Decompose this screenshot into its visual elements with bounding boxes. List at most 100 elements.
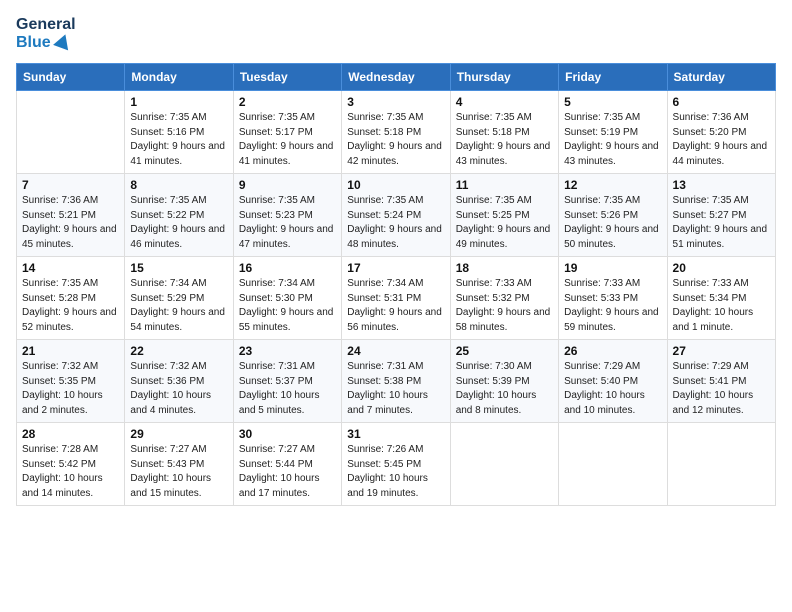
day-detail: Sunrise: 7:34 AMSunset: 5:31 PMDaylight:… <box>347 277 444 335</box>
calendar-day-cell: 12 Sunrise: 7:35 AMSunset: 5:26 PMDayligh… <box>559 174 667 257</box>
day-number: 22 <box>130 344 227 358</box>
day-number: 1 <box>130 95 227 109</box>
day-number: 7 <box>22 178 119 192</box>
day-detail: Sunrise: 7:35 AMSunset: 5:24 PMDaylight:… <box>347 194 444 252</box>
day-number: 21 <box>22 344 119 358</box>
day-number: 18 <box>456 261 553 275</box>
day-detail: Sunrise: 7:26 AMSunset: 5:45 PMDaylight:… <box>347 443 444 501</box>
day-number: 27 <box>673 344 770 358</box>
weekday-header: Monday <box>125 64 233 91</box>
calendar-day-cell: 18Sunrise: 7:33 AMSunset: 5:32 PMDayligh… <box>450 257 558 340</box>
day-number: 5 <box>564 95 661 109</box>
logo-general-text: General <box>16 16 76 34</box>
day-detail: Sunrise: 7:33 AMSunset: 5:34 PMDaylight:… <box>673 277 770 335</box>
day-number: 4 <box>456 95 553 109</box>
day-number: 30 <box>239 427 336 441</box>
day-detail: Sunrise: 7:35 AMSunset: 5:18 PMDaylight:… <box>347 111 444 169</box>
page-header: General Blue <box>16 16 776 51</box>
day-number: 31 <box>347 427 444 441</box>
day-detail: Sunrise: 7:35 AMSunset: 5:17 PMDaylight:… <box>239 111 336 169</box>
day-number: 29 <box>130 427 227 441</box>
day-detail: Sunrise: 7:35 AMSunset: 5:26 PMDaylight:… <box>564 194 661 252</box>
calendar-day-cell: 17 Sunrise: 7:34 AMSunset: 5:31 PMDayligh… <box>342 257 450 340</box>
weekday-header-row: SundayMondayTuesdayWednesdayThursdayFrid… <box>17 64 776 91</box>
calendar-day-cell: 13 Sunrise: 7:35 AMSunset: 5:27 PMDayligh… <box>667 174 775 257</box>
day-detail: Sunrise: 7:29 AMSunset: 5:40 PMDaylight:… <box>564 360 661 418</box>
logo-blue-text: Blue <box>16 34 51 52</box>
calendar-day-cell: 26Sunrise: 7:29 AMSunset: 5:40 PMDayligh… <box>559 340 667 423</box>
day-detail: Sunrise: 7:35 AMSunset: 5:25 PMDaylight:… <box>456 194 553 252</box>
day-number: 17 <box>347 261 444 275</box>
weekday-header: Thursday <box>450 64 558 91</box>
calendar-day-cell: 25Sunrise: 7:30 AMSunset: 5:39 PMDayligh… <box>450 340 558 423</box>
day-number: 24 <box>347 344 444 358</box>
calendar-day-cell: 16 Sunrise: 7:34 AMSunset: 5:30 PMDayligh… <box>233 257 341 340</box>
calendar-day-cell: 19 Sunrise: 7:33 AMSunset: 5:33 PMDayligh… <box>559 257 667 340</box>
day-detail: Sunrise: 7:34 AMSunset: 5:29 PMDaylight:… <box>130 277 227 335</box>
day-detail: Sunrise: 7:32 AMSunset: 5:35 PMDaylight:… <box>22 360 119 418</box>
day-detail: Sunrise: 7:32 AMSunset: 5:36 PMDaylight:… <box>130 360 227 418</box>
day-detail: Sunrise: 7:35 AMSunset: 5:27 PMDaylight:… <box>673 194 770 252</box>
day-detail: Sunrise: 7:28 AMSunset: 5:42 PMDaylight:… <box>22 443 119 501</box>
calendar-day-cell: 14 Sunrise: 7:35 AMSunset: 5:28 PMDayligh… <box>17 257 125 340</box>
day-detail: Sunrise: 7:35 AMSunset: 5:28 PMDaylight:… <box>22 277 119 335</box>
calendar-day-cell: 5 Sunrise: 7:35 AMSunset: 5:19 PMDaylight… <box>559 91 667 174</box>
calendar-day-cell: 24Sunrise: 7:31 AMSunset: 5:38 PMDayligh… <box>342 340 450 423</box>
calendar-week-row: 28 Sunrise: 7:28 AMSunset: 5:42 PMDayligh… <box>17 423 776 506</box>
calendar-day-cell: 27Sunrise: 7:29 AMSunset: 5:41 PMDayligh… <box>667 340 775 423</box>
day-detail: Sunrise: 7:35 AMSunset: 5:19 PMDaylight:… <box>564 111 661 169</box>
calendar-day-cell: 23Sunrise: 7:31 AMSunset: 5:37 PMDayligh… <box>233 340 341 423</box>
day-number: 3 <box>347 95 444 109</box>
day-detail: Sunrise: 7:34 AMSunset: 5:30 PMDaylight:… <box>239 277 336 335</box>
calendar-day-cell: 20 Sunrise: 7:33 AMSunset: 5:34 PMDayligh… <box>667 257 775 340</box>
day-detail: Sunrise: 7:35 AMSunset: 5:18 PMDaylight:… <box>456 111 553 169</box>
calendar-day-cell: 21 Sunrise: 7:32 AMSunset: 5:35 PMDayligh… <box>17 340 125 423</box>
calendar-day-cell: 4 Sunrise: 7:35 AMSunset: 5:18 PMDaylight… <box>450 91 558 174</box>
logo: General Blue <box>16 16 76 51</box>
calendar-week-row: 14 Sunrise: 7:35 AMSunset: 5:28 PMDayligh… <box>17 257 776 340</box>
calendar-week-row: 21 Sunrise: 7:32 AMSunset: 5:35 PMDayligh… <box>17 340 776 423</box>
day-detail: Sunrise: 7:35 AMSunset: 5:22 PMDaylight:… <box>130 194 227 252</box>
weekday-header: Wednesday <box>342 64 450 91</box>
weekday-header: Tuesday <box>233 64 341 91</box>
calendar-day-cell: 10 Sunrise: 7:35 AMSunset: 5:24 PMDayligh… <box>342 174 450 257</box>
day-number: 15 <box>130 261 227 275</box>
day-number: 28 <box>22 427 119 441</box>
weekday-header: Friday <box>559 64 667 91</box>
calendar-day-cell: 8Sunrise: 7:35 AMSunset: 5:22 PMDaylight… <box>125 174 233 257</box>
day-detail: Sunrise: 7:33 AMSunset: 5:33 PMDaylight:… <box>564 277 661 335</box>
day-number: 10 <box>347 178 444 192</box>
day-number: 25 <box>456 344 553 358</box>
day-number: 16 <box>239 261 336 275</box>
calendar-day-cell: 31 Sunrise: 7:26 AMSunset: 5:45 PMDayligh… <box>342 423 450 506</box>
day-number: 12 <box>564 178 661 192</box>
calendar-day-cell: 1Sunrise: 7:35 AMSunset: 5:16 PMDaylight… <box>125 91 233 174</box>
day-detail: Sunrise: 7:36 AMSunset: 5:21 PMDaylight:… <box>22 194 119 252</box>
calendar-day-cell: 9Sunrise: 7:35 AMSunset: 5:23 PMDaylight… <box>233 174 341 257</box>
day-number: 13 <box>673 178 770 192</box>
calendar-week-row: 1Sunrise: 7:35 AMSunset: 5:16 PMDaylight… <box>17 91 776 174</box>
calendar-week-row: 7 Sunrise: 7:36 AMSunset: 5:21 PMDaylight… <box>17 174 776 257</box>
calendar-day-cell: 30Sunrise: 7:27 AMSunset: 5:44 PMDayligh… <box>233 423 341 506</box>
day-detail: Sunrise: 7:36 AMSunset: 5:20 PMDaylight:… <box>673 111 770 169</box>
day-number: 9 <box>239 178 336 192</box>
logo-text-block: General Blue <box>16 16 76 51</box>
weekday-header: Sunday <box>17 64 125 91</box>
day-number: 14 <box>22 261 119 275</box>
calendar-day-cell: 15 Sunrise: 7:34 AMSunset: 5:29 PMDayligh… <box>125 257 233 340</box>
calendar-table: SundayMondayTuesdayWednesdayThursdayFrid… <box>16 63 776 506</box>
calendar-day-cell <box>17 91 125 174</box>
calendar-day-cell: 22 Sunrise: 7:32 AMSunset: 5:36 PMDayligh… <box>125 340 233 423</box>
day-number: 2 <box>239 95 336 109</box>
calendar-day-cell <box>450 423 558 506</box>
calendar-day-cell: 11Sunrise: 7:35 AMSunset: 5:25 PMDayligh… <box>450 174 558 257</box>
calendar-day-cell <box>667 423 775 506</box>
calendar-day-cell: 3 Sunrise: 7:35 AMSunset: 5:18 PMDaylight… <box>342 91 450 174</box>
day-number: 20 <box>673 261 770 275</box>
day-number: 6 <box>673 95 770 109</box>
calendar-day-cell: 29Sunrise: 7:27 AMSunset: 5:43 PMDayligh… <box>125 423 233 506</box>
day-number: 19 <box>564 261 661 275</box>
weekday-header: Saturday <box>667 64 775 91</box>
calendar-day-cell: 7 Sunrise: 7:36 AMSunset: 5:21 PMDaylight… <box>17 174 125 257</box>
logo-blue-line: Blue <box>16 34 76 52</box>
